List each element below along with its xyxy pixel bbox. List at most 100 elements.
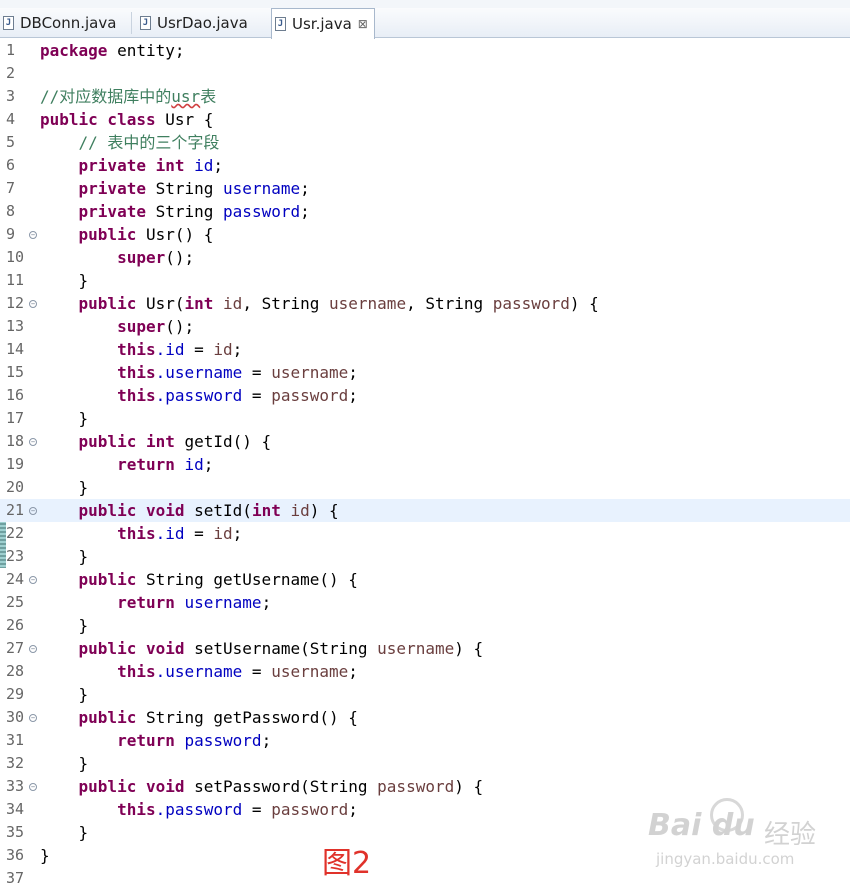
code-text: ) { [569, 294, 599, 313]
fold-collapse-icon[interactable]: − [29, 714, 37, 722]
editor-tab-bar: J DBConn.java J UsrDao.java J Usr.java ⊠ [0, 0, 850, 39]
code-text: ; [232, 524, 243, 543]
fold-collapse-icon[interactable]: − [29, 300, 37, 308]
field: .username [155, 662, 243, 681]
keyword: return [40, 731, 175, 750]
parameter: username [271, 662, 349, 681]
keyword: private [40, 202, 146, 221]
code-text: = [184, 524, 214, 543]
line-number: 33 [6, 777, 25, 795]
code-line: 20 } [0, 476, 850, 499]
comment-underlined: usr [171, 87, 201, 106]
keyword: public [40, 570, 137, 589]
code-line: 28 this.username = username; [0, 660, 850, 683]
close-icon[interactable]: ⊠ [358, 17, 368, 31]
keyword: super [40, 248, 166, 267]
code-text: entity; [107, 41, 185, 60]
fold-collapse-icon[interactable]: − [29, 507, 37, 515]
keyword: this [40, 662, 156, 681]
code-line: 2 [0, 62, 850, 85]
code-line: 11 } [0, 269, 850, 292]
type: String [145, 202, 214, 221]
code-text: } [40, 754, 89, 773]
code-text: String getUsername() { [136, 570, 358, 589]
java-file-icon: J [140, 16, 151, 30]
code-text: ; [213, 156, 224, 175]
fold-collapse-icon[interactable]: − [29, 645, 37, 653]
code-line: 3 //对应数据库中的usr表 [0, 85, 850, 108]
field: username [174, 593, 262, 612]
code-text: } [40, 478, 89, 497]
code-line: 17 } [0, 407, 850, 430]
keyword: private int [40, 156, 185, 175]
keyword: public void [40, 501, 185, 520]
line-number: 8 [6, 202, 16, 220]
watermark-cn-text: 经验 [764, 820, 817, 850]
code-line: 1 package entity; [0, 39, 850, 62]
code-line: 32 } [0, 752, 850, 775]
type: String [145, 179, 214, 198]
line-number: 2 [6, 64, 16, 82]
line-number: 9 [6, 225, 16, 243]
code-text: ) { [309, 501, 339, 520]
line-number: 10 [6, 248, 25, 266]
code-line: 31 return password; [0, 729, 850, 752]
line-number: 31 [6, 731, 25, 749]
code-text: ; [232, 340, 243, 359]
line-number: 1 [6, 41, 16, 59]
line-number: 25 [6, 593, 25, 611]
code-text: ; [203, 455, 214, 474]
code-text: setPassword(String [184, 777, 368, 796]
keyword: return [40, 593, 175, 612]
code-line: 33− public void setPassword(String passw… [0, 775, 850, 798]
code-text: getId() { [174, 432, 272, 451]
line-number: 35 [6, 823, 25, 841]
fold-collapse-icon[interactable]: − [29, 438, 37, 446]
comment: //对应数据库中的 [40, 87, 172, 106]
tab-dbconn[interactable]: J DBConn.java [0, 8, 132, 38]
field: .password [155, 800, 243, 819]
code-line: 10 super(); [0, 246, 850, 269]
fold-collapse-icon[interactable]: − [29, 783, 37, 791]
field: username [213, 179, 301, 198]
tab-usrdao[interactable]: J UsrDao.java [137, 8, 270, 38]
tab-usr[interactable]: J Usr.java ⊠ [271, 8, 375, 39]
line-number: 17 [6, 409, 25, 427]
code-text: } [40, 547, 89, 566]
comment: // 表中的三个字段 [40, 133, 220, 152]
tab-label: UsrDao.java [157, 14, 248, 32]
keyword: package [40, 41, 108, 60]
line-number: 32 [6, 754, 25, 772]
code-editor[interactable]: 1 package entity; 2 3 //对应数据库中的usr表 4 publi… [0, 39, 850, 889]
code-text: = [242, 386, 272, 405]
code-line: 6 private int id; [0, 154, 850, 177]
code-line: 37 [0, 867, 850, 889]
line-number: 18 [6, 432, 25, 450]
line-number: 27 [6, 639, 25, 657]
keyword: public int [40, 432, 175, 451]
code-text: = [242, 800, 272, 819]
fold-collapse-icon[interactable]: − [29, 231, 37, 239]
keyword: return [40, 455, 175, 474]
keyword: this [40, 386, 156, 405]
tab-label: DBConn.java [20, 14, 117, 32]
code-text: Usr() { [136, 225, 214, 244]
code-text: (); [165, 317, 195, 336]
field: id [184, 156, 214, 175]
keyword: public void [40, 639, 185, 658]
keyword: public [40, 294, 137, 313]
code-line: 26 } [0, 614, 850, 637]
keyword: public void [40, 777, 185, 796]
fold-collapse-icon[interactable]: − [29, 576, 37, 584]
parameter: password [271, 800, 349, 819]
line-number: 37 [6, 869, 25, 887]
code-line: 14 this.id = id; [0, 338, 850, 361]
line-number: 15 [6, 363, 25, 381]
parameter: password [367, 777, 455, 796]
parameter: username [367, 639, 455, 658]
line-number: 5 [6, 133, 16, 151]
keyword: super [40, 317, 166, 336]
field: .id [155, 524, 185, 543]
keyword: public class [40, 110, 156, 129]
code-text: ) { [454, 777, 484, 796]
